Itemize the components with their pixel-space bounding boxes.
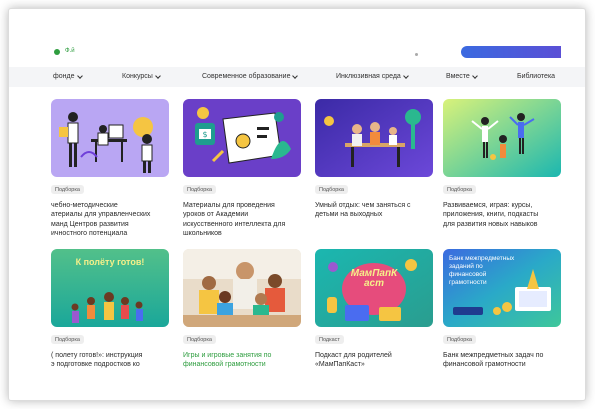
- card-image[interactable]: $: [183, 99, 301, 177]
- chevron-down-icon: [471, 72, 478, 79]
- card-title[interactable]: чебно-методические атериалы для управлен…: [51, 201, 169, 238]
- card-title[interactable]: Умный отдых: чем заняться с детьми на вы…: [315, 201, 433, 220]
- chevron-down-icon: [154, 72, 161, 79]
- main-nav: фонде Конкурсы Современное образование И…: [9, 67, 585, 87]
- nav-item-label: Конкурсы: [122, 73, 153, 80]
- card-banner-text: Банк межпредметных заданий по финансовой…: [449, 255, 515, 286]
- card-image[interactable]: Банк межпредметных заданий по финансовой…: [443, 249, 561, 327]
- card-banner-text: МамПапКаст: [350, 268, 398, 289]
- nav-item-together[interactable]: Вместе: [446, 72, 478, 80]
- card-image[interactable]: К полёту готов!: [51, 249, 169, 327]
- header-action-button[interactable]: [461, 46, 561, 58]
- card-tag: Подборка: [183, 335, 216, 344]
- nav-item-label: Современное образование: [202, 73, 291, 80]
- card-ready-for-flight[interactable]: К полёту готов! Подборка ( полету готов!…: [51, 249, 169, 368]
- card-develop-playing[interactable]: Подборка Развиваемся, играя: курсы, прил…: [443, 99, 561, 228]
- logo-text[interactable]: Ф.й: [65, 48, 75, 54]
- chevron-down-icon: [76, 72, 83, 79]
- card-ai-academy[interactable]: $ Подборка Материалы для проведения урок…: [183, 99, 301, 237]
- card-tag: Подборка: [183, 185, 216, 194]
- card-financial-games[interactable]: Подборка Игры и игровые занятия по финан…: [183, 249, 301, 368]
- card-task-bank[interactable]: Банк межпредметных заданий по финансовой…: [443, 249, 561, 368]
- card-title[interactable]: ( полету готов!»: инструкция э подготовк…: [51, 351, 169, 370]
- nav-item-modern-education[interactable]: Современное образование: [202, 72, 299, 80]
- nav-item-contests[interactable]: Конкурсы: [122, 72, 161, 80]
- illustration-kids-playing-icon: [443, 99, 561, 177]
- card-title[interactable]: Банк межпредметных задач по финансовой г…: [443, 351, 561, 370]
- card-title[interactable]: Развиваемся, играя: курсы, приложения, к…: [443, 201, 561, 229]
- dot-icon: [415, 53, 418, 56]
- nav-item-label: фонде: [53, 73, 75, 80]
- photo-classroom-icon: [183, 249, 301, 327]
- card-title[interactable]: Материалы для проведения уроков от Акаде…: [183, 201, 301, 238]
- svg-text:$: $: [202, 130, 207, 139]
- site-header: Ф.й: [9, 9, 585, 67]
- illustration-teamwork-icon: [51, 99, 169, 177]
- card-tag: Подкаст: [315, 335, 344, 344]
- illustration-family-rest-icon: [315, 99, 433, 177]
- card-image[interactable]: [51, 99, 169, 177]
- card-image[interactable]: [183, 249, 301, 327]
- card-tag: Подборка: [51, 185, 84, 194]
- card-image[interactable]: [315, 99, 433, 177]
- card-image[interactable]: МамПапКаст: [315, 249, 433, 327]
- card-image[interactable]: [443, 99, 561, 177]
- logo-icon[interactable]: [54, 49, 60, 55]
- nav-item-label: Вместе: [446, 73, 470, 80]
- browser-frame: Ф.й фонде Конкурсы Современное образован…: [8, 8, 586, 401]
- card-smart-rest[interactable]: Подборка Умный отдых: чем заняться с дет…: [315, 99, 433, 218]
- nav-item-label: Библиотека: [517, 73, 556, 80]
- card-tag: Подборка: [315, 185, 348, 194]
- card-title[interactable]: Игры и игровые занятия по финансовой гра…: [183, 351, 301, 370]
- card-banner-text: К полёту готов!: [75, 257, 145, 267]
- card-tag: Подборка: [443, 335, 476, 344]
- nav-item-label: Инклюзивная среда: [336, 73, 401, 80]
- nav-item-inclusive[interactable]: Инклюзивная среда: [336, 72, 409, 80]
- card-mampapcast[interactable]: МамПапКаст Подкаст Подкаст для родителей…: [315, 249, 433, 368]
- nav-item-library[interactable]: Библиотека: [517, 73, 555, 80]
- card-methodical-materials[interactable]: Подборка чебно-методические атериалы для…: [51, 99, 169, 237]
- card-tag: Подборка: [51, 335, 84, 344]
- card-tag: Подборка: [443, 185, 476, 194]
- illustration-ai-learning-icon: $: [183, 99, 301, 177]
- card-title[interactable]: Подкаст для родителей «МамПапКаст»: [315, 351, 433, 370]
- chevron-down-icon: [402, 72, 409, 79]
- nav-item-fund[interactable]: фонде: [53, 72, 83, 80]
- chevron-down-icon: [292, 72, 299, 79]
